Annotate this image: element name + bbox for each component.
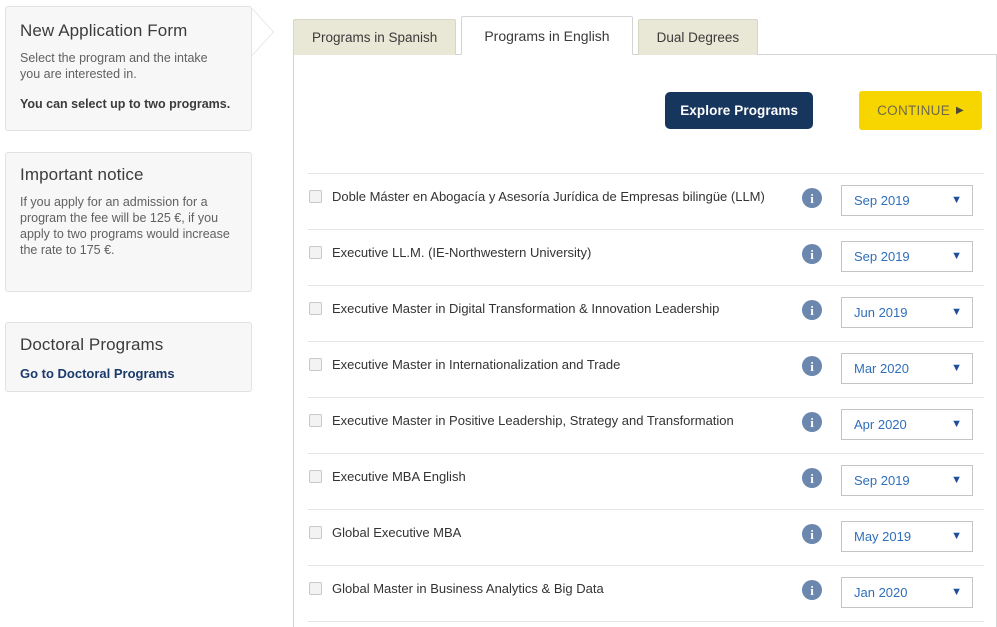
intake-select[interactable]: Sep 2019 ▼ [841,241,973,272]
info-icon[interactable]: i [802,356,822,376]
program-name: Executive LL.M. (IE-Northwestern Univers… [332,244,802,261]
program-checkbox[interactable] [309,414,322,427]
intro-card-note: You can select up to two programs. [20,96,231,112]
intake-value: May 2019 [854,529,911,544]
chevron-down-icon: ▼ [951,363,962,374]
important-notice-text: If you apply for an admission for a prog… [20,194,233,258]
continue-button[interactable]: CONTINUE ▶ [859,91,982,130]
table-row: Executive Master in Positive Leadership,… [308,398,984,454]
program-name: Global Executive MBA [332,524,802,541]
program-checkbox[interactable] [309,190,322,203]
tab-programs-in-english[interactable]: Programs in English [461,16,632,55]
doctoral-programs-title: Doctoral Programs [20,335,233,355]
info-icon[interactable]: i [802,412,822,432]
intake-select[interactable]: Jan 2020 ▼ [841,577,973,608]
intro-card-pointer-fill-icon [252,9,273,55]
program-checkbox[interactable] [309,470,322,483]
important-notice-card: Important notice If you apply for an adm… [5,152,252,292]
explore-programs-button[interactable]: Explore Programs [665,92,813,129]
intake-value: Sep 2019 [854,249,910,264]
intake-value: Mar 2020 [854,361,909,376]
tab-dual-degrees[interactable]: Dual Degrees [638,19,759,55]
intake-select[interactable]: Sep 2019 ▼ [841,185,973,216]
chevron-down-icon: ▼ [951,475,962,486]
info-icon[interactable]: i [802,188,822,208]
doctoral-programs-card: Doctoral Programs Go to Doctoral Program… [5,322,252,392]
program-checkbox[interactable] [309,246,322,259]
program-checkbox[interactable] [309,582,322,595]
doctoral-programs-link[interactable]: Go to Doctoral Programs [20,366,175,381]
program-name: Executive Master in Digital Transformati… [332,300,802,317]
chevron-down-icon: ▼ [951,531,962,542]
table-row: Doble Máster en Abogacía y Asesoría Jurí… [308,173,984,230]
intro-card-text: Select the program and the intake you ar… [20,50,231,82]
chevron-down-icon: ▼ [951,195,962,206]
table-row: Executive Master in Internationalization… [308,342,984,398]
chevron-down-icon: ▼ [951,419,962,430]
program-checkbox[interactable] [309,358,322,371]
panel-actions: Explore Programs CONTINUE ▶ [665,91,982,130]
program-checkbox[interactable] [309,526,322,539]
chevron-down-icon: ▼ [951,587,962,598]
chevron-right-icon: ▶ [956,106,964,116]
important-notice-title: Important notice [20,165,233,185]
intake-select[interactable]: May 2019 ▼ [841,521,973,552]
chevron-down-icon: ▼ [951,307,962,318]
tab-bar: Programs in Spanish Programs in English … [293,19,763,55]
table-row: Executive MBA English i Sep 2019 ▼ [308,454,984,510]
info-icon[interactable]: i [802,300,822,320]
intake-value: Jun 2019 [854,305,908,320]
programs-panel: Explore Programs CONTINUE ▶ Doble Máster… [293,54,997,627]
main-content: Programs in Spanish Programs in English … [293,0,997,627]
program-name: Executive Master in Positive Leadership,… [332,412,802,429]
program-name: Executive Master in Internationalization… [332,356,802,373]
continue-button-label: CONTINUE [877,103,950,118]
info-icon[interactable]: i [802,524,822,544]
intake-value: Jan 2020 [854,585,908,600]
intake-select[interactable]: Jun 2019 ▼ [841,297,973,328]
intake-select[interactable]: Sep 2019 ▼ [841,465,973,496]
program-name: Global Master in Business Analytics & Bi… [332,580,802,597]
chevron-down-icon: ▼ [951,251,962,262]
table-row: Global Executive MBA i May 2019 ▼ [308,510,984,566]
table-row: Executive Master in Digital Transformati… [308,286,984,342]
program-list: Doble Máster en Abogacía y Asesoría Jurí… [308,173,984,622]
intake-select[interactable]: Apr 2020 ▼ [841,409,973,440]
intake-value: Sep 2019 [854,473,910,488]
intake-select[interactable]: Mar 2020 ▼ [841,353,973,384]
info-icon[interactable]: i [802,244,822,264]
intro-card: New Application Form Select the program … [5,6,252,131]
program-name: Doble Máster en Abogacía y Asesoría Jurí… [332,188,802,205]
program-checkbox[interactable] [309,302,322,315]
info-icon[interactable]: i [802,468,822,488]
sidebar: New Application Form Select the program … [0,0,270,627]
table-row: Global Master in Business Analytics & Bi… [308,566,984,622]
intake-value: Apr 2020 [854,417,907,432]
intake-value: Sep 2019 [854,193,910,208]
table-row: Executive LL.M. (IE-Northwestern Univers… [308,230,984,286]
program-name: Executive MBA English [332,468,802,485]
info-icon[interactable]: i [802,580,822,600]
intro-card-title: New Application Form [20,21,231,41]
application-form-page: New Application Form Select the program … [0,0,997,627]
tab-programs-in-spanish[interactable]: Programs in Spanish [293,19,456,55]
